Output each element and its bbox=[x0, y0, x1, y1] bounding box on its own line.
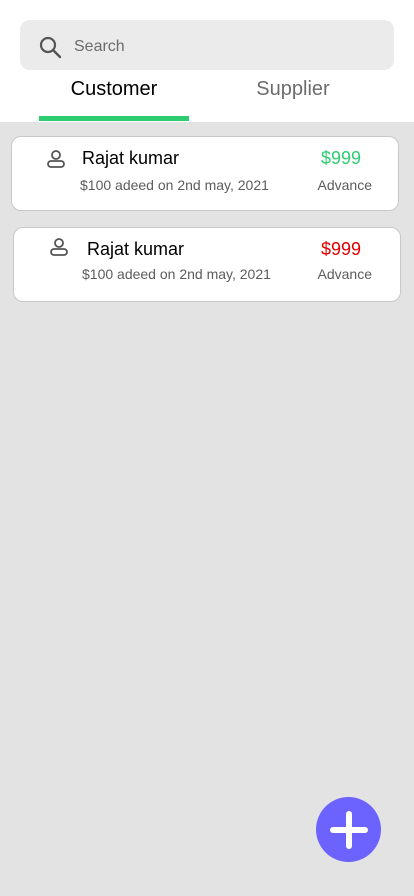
customer-name: Rajat kumar bbox=[82, 148, 180, 168]
customer-card[interactable]: Rajat kumar $100 adeed on 2nd may, 2021 … bbox=[11, 136, 399, 211]
person-icon bbox=[47, 150, 65, 168]
plus-icon bbox=[329, 810, 368, 849]
status-label: Advance bbox=[317, 177, 372, 193]
transaction-detail: $100 adeed on 2nd may, 2021 bbox=[80, 177, 269, 193]
customer-name: Rajat kumar bbox=[87, 239, 185, 259]
search-icon bbox=[39, 36, 62, 59]
customer-card[interactable]: Rajat kumar $100 adeed on 2nd may, 2021 … bbox=[13, 227, 401, 302]
amount: $999 bbox=[320, 239, 361, 259]
person-icon bbox=[50, 238, 68, 256]
search-input[interactable] bbox=[74, 37, 374, 57]
transaction-detail: $100 adeed on 2nd may, 2021 bbox=[82, 266, 271, 282]
tab-supplier[interactable]: Supplier bbox=[218, 78, 368, 104]
status-label: Advance bbox=[317, 266, 372, 282]
tab-customer[interactable]: Customer bbox=[39, 78, 189, 104]
header: Customer Supplier bbox=[0, 0, 414, 122]
active-tab-indicator bbox=[39, 116, 189, 121]
add-button[interactable] bbox=[316, 797, 381, 862]
amount: $999 bbox=[320, 148, 361, 168]
